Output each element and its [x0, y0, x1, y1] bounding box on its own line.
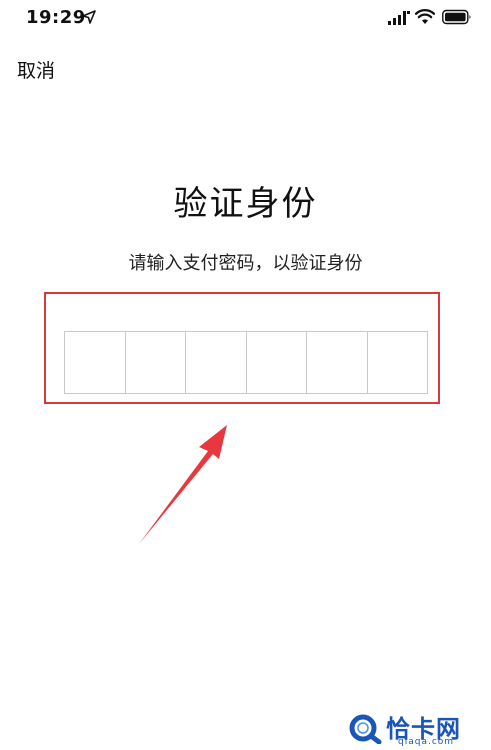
battery-icon — [442, 9, 471, 25]
pin-cell-5[interactable] — [307, 332, 368, 393]
watermark-logo: 恰卡网 qiaqa.com — [346, 706, 486, 748]
page-subtitle: 请输入支付密码，以验证身份 — [128, 253, 363, 274]
pin-cell-6[interactable] — [368, 332, 428, 393]
status-time: 19:29 — [26, 7, 86, 28]
pin-cell-4[interactable] — [247, 332, 307, 393]
pin-cell-2[interactable] — [126, 332, 186, 393]
cancel-button[interactable]: 取消 — [17, 56, 55, 83]
payment-password-input[interactable] — [64, 331, 428, 394]
status-bar: 19:29 — [0, 0, 491, 36]
watermark-magnifier-icon — [349, 714, 382, 744]
signal-icon — [388, 11, 410, 25]
page-title: 验证身份 — [173, 184, 318, 224]
watermark-url: qiaqa.com — [398, 737, 455, 747]
location-arrow-icon — [82, 10, 96, 24]
wifi-icon — [415, 9, 435, 24]
annotation-arrow-icon — [139, 425, 227, 544]
pin-cell-3[interactable] — [186, 332, 247, 393]
pin-cell-1[interactable] — [65, 332, 126, 393]
